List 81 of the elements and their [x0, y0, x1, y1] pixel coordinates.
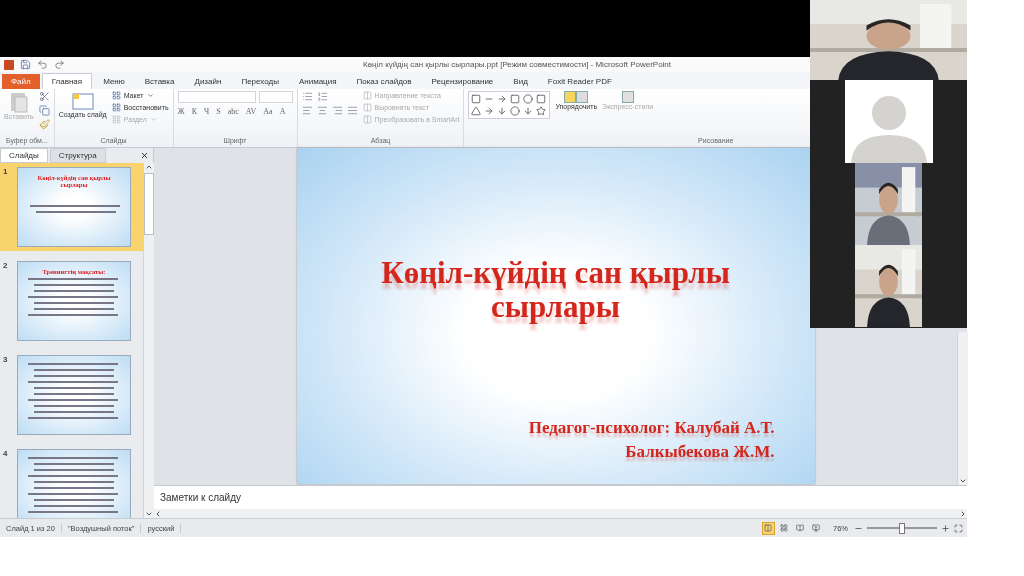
star-icon[interactable] [536, 106, 547, 116]
app-icon [4, 59, 14, 70]
caret-icon [146, 92, 154, 99]
font-button[interactable]: A [279, 107, 286, 116]
ribbon-tab[interactable]: Вставка [135, 74, 184, 89]
numbering-icon[interactable] [316, 91, 328, 102]
square-icon[interactable] [536, 94, 547, 104]
ribbon-tab[interactable]: Главная [41, 73, 93, 89]
slide-subtitle: Балкыбекова Ж.М. [625, 442, 775, 462]
slide-thumbnail[interactable] [17, 355, 131, 435]
font-button[interactable]: AV [245, 107, 257, 116]
close-icon[interactable] [140, 151, 149, 160]
slide-icon [70, 91, 95, 111]
slide-subtitle: Педагог-психолог: Калубай А.Т. [528, 418, 775, 438]
copy-icon[interactable] [38, 105, 50, 116]
scrollbar[interactable] [143, 163, 154, 518]
arrow-icon[interactable] [484, 106, 495, 116]
ribbon-tab[interactable]: Меню [94, 74, 134, 89]
pane-tab[interactable]: Слайды [0, 148, 48, 163]
redo-icon[interactable] [54, 59, 65, 70]
slide-number: 4 [3, 449, 9, 458]
slide-title: Көңіл-күйдің сан қырлы сырлары [380, 256, 731, 325]
align-right-icon[interactable] [331, 105, 343, 116]
slide-thumbnail-row[interactable]: 4 [0, 445, 143, 518]
ribbon-tab[interactable]: Файл [2, 74, 40, 89]
arrow-icon[interactable] [497, 94, 508, 104]
slide-number: 3 [3, 355, 9, 364]
scrollbar[interactable] [957, 332, 968, 485]
justify-icon[interactable] [346, 105, 358, 116]
ribbon-tab[interactable]: Дизайн [185, 74, 231, 89]
layout-icon [111, 91, 121, 100]
columns-icon [362, 103, 372, 112]
align-center-icon[interactable] [316, 105, 328, 116]
square-icon[interactable] [471, 94, 482, 104]
fit-icon[interactable] [954, 523, 963, 533]
view-button[interactable] [762, 521, 775, 535]
ribbon-tab[interactable]: Переходы [232, 74, 288, 89]
font-name-field[interactable] [177, 91, 256, 103]
circle-icon[interactable] [523, 94, 534, 104]
font-button[interactable]: S [216, 107, 221, 116]
ribbon-tab[interactable]: Foxit Reader PDF [538, 74, 621, 89]
bullets-icon[interactable] [301, 91, 313, 102]
pane-tab[interactable]: Структура [49, 148, 106, 163]
view-button[interactable] [778, 521, 791, 535]
scrollbar[interactable] [154, 509, 967, 518]
arrow-icon[interactable] [523, 106, 534, 116]
font-button[interactable]: Ж [177, 107, 185, 116]
circle-icon[interactable] [510, 106, 521, 116]
ribbon-tab[interactable]: Вид [504, 74, 537, 89]
columns-icon [362, 115, 372, 124]
zoom-in-icon[interactable] [941, 523, 950, 533]
columns-icon [362, 91, 372, 100]
font-size-field[interactable] [258, 91, 293, 103]
slide-number: 2 [3, 261, 9, 270]
window-title: Көңіл күйдің сан қырлы сырлары.ppt [Режим совместимости] - Microsoft PowerPoint [361, 60, 673, 69]
align-left-icon[interactable] [301, 105, 313, 116]
triangle-icon[interactable] [471, 106, 482, 116]
ribbon-tab[interactable]: Рецензирование [422, 74, 503, 89]
square-icon [621, 91, 634, 103]
paintbrush-icon[interactable] [38, 119, 50, 130]
save-icon[interactable] [20, 59, 31, 70]
slide-thumbnail-row[interactable]: 3 [0, 351, 143, 439]
slider-thumb[interactable] [899, 522, 905, 534]
scroll-thumb[interactable] [144, 173, 154, 235]
scissors-icon[interactable] [38, 91, 50, 102]
font-button[interactable]: К [191, 107, 198, 116]
slide-number: 1 [3, 167, 9, 176]
stacked-squares-icon [564, 91, 589, 103]
ribbon-tab[interactable]: Показ слайдов [347, 74, 421, 89]
view-button[interactable] [810, 521, 823, 535]
layout-icon [111, 103, 121, 112]
caret-icon [149, 116, 157, 123]
font-button[interactable]: abc [227, 107, 239, 116]
arrow-icon[interactable] [497, 106, 508, 116]
undo-icon[interactable] [37, 59, 48, 70]
ribbon-tab[interactable]: Анимация [289, 74, 346, 89]
square-icon[interactable] [510, 94, 521, 104]
font-button[interactable]: Aa [263, 107, 273, 116]
layout-icon [111, 115, 121, 124]
font-button[interactable]: Ч [204, 107, 210, 116]
slide-thumbnail[interactable] [17, 449, 131, 518]
